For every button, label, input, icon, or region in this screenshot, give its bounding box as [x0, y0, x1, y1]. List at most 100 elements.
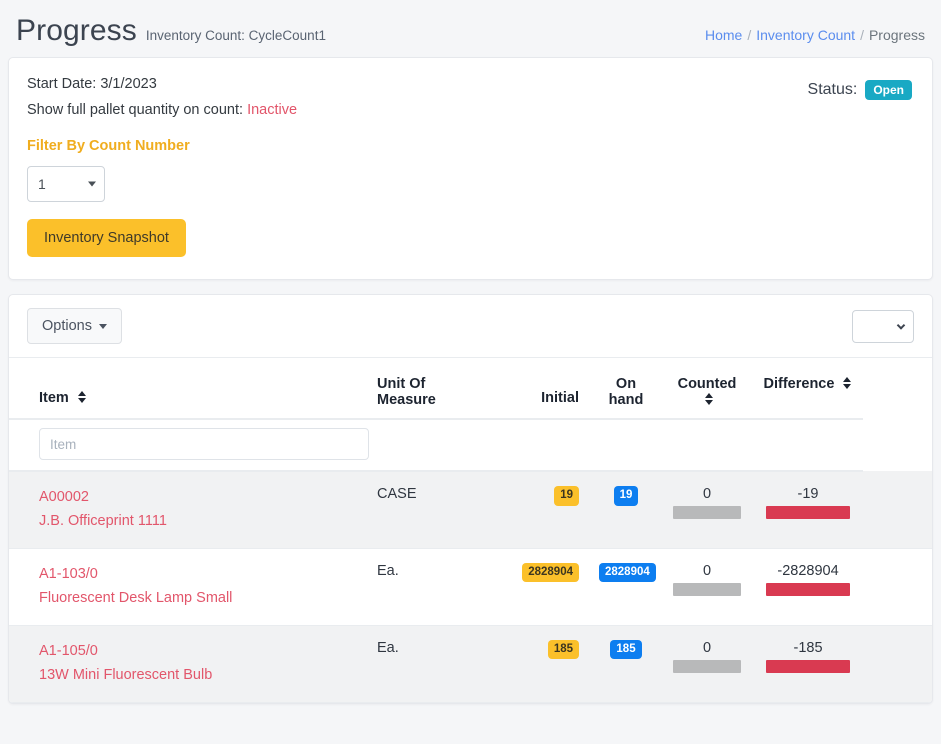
table-header-row: Item Unit Of Measure Initial On hand Cou… [9, 358, 932, 419]
caret-down-icon [99, 324, 107, 329]
breadcrumb-home-link[interactable]: Home [705, 27, 742, 43]
column-header-counted[interactable]: Counted [661, 358, 753, 419]
filter-cell-item [9, 419, 369, 471]
progress-table: Item Unit Of Measure Initial On hand Cou… [9, 358, 932, 703]
counted-progress-bar [673, 583, 741, 596]
filter-cell-difference [753, 419, 863, 471]
counted-progress-bar [673, 660, 741, 673]
progress-table-card: Options Item Unit Of Measure Initial [8, 294, 933, 704]
column-header-difference-label: Difference [764, 376, 835, 392]
breadcrumb-inventory-count-link[interactable]: Inventory Count [756, 27, 855, 43]
cell-item: A1-105/013W Mini Fluorescent Bulb [9, 625, 369, 702]
cell-counted: 0 [661, 625, 753, 702]
table-filter-body [9, 419, 932, 471]
cell-item: A1-103/0Fluorescent Desk Lamp Small [9, 548, 369, 625]
item-code-link[interactable]: A1-103/0 [39, 563, 361, 587]
column-header-item-label: Item [39, 390, 69, 406]
cell-on-hand: 19 [591, 471, 661, 548]
initial-badge: 2828904 [522, 563, 579, 583]
pallet-quantity-line: Show full pallet quantity on count: Inac… [27, 102, 914, 118]
item-code-link[interactable]: A1-105/0 [39, 640, 361, 664]
counted-progress-bar [673, 506, 741, 519]
cell-initial: 2828904 [493, 548, 591, 625]
table-filter-row [9, 419, 932, 471]
inventory-snapshot-button[interactable]: Inventory Snapshot [27, 219, 186, 257]
on-hand-badge: 2828904 [599, 563, 656, 583]
item-name-link[interactable]: 13W Mini Fluorescent Bulb [39, 664, 361, 688]
item-filter-input[interactable] [39, 428, 369, 460]
page-size-select[interactable] [852, 310, 914, 343]
snapshot-button-row: Inventory Snapshot [27, 202, 914, 257]
column-header-item[interactable]: Item [9, 358, 369, 419]
options-button[interactable]: Options [27, 308, 122, 344]
column-header-counted-label: Counted [678, 376, 737, 392]
cell-on-hand: 2828904 [591, 548, 661, 625]
column-header-initial: Initial [493, 358, 591, 419]
cell-on-hand: 185 [591, 625, 661, 702]
on-hand-badge: 19 [614, 486, 639, 506]
cell-initial: 19 [493, 471, 591, 548]
breadcrumb: Home / Inventory Count / Progress [705, 27, 925, 43]
difference-progress-bar [766, 506, 850, 519]
filter-by-count-number-label: Filter By Count Number [27, 138, 914, 154]
filter-cell-initial [493, 419, 591, 471]
unit-of-measure-value: Ea. [377, 562, 399, 579]
item-name-link[interactable]: J.B. Officeprint 1111 [39, 510, 361, 534]
page-title: Progress [16, 14, 137, 47]
difference-value: -19 [761, 486, 855, 502]
start-date-line: Start Date: 3/1/2023 [27, 76, 914, 92]
cell-spacer [863, 548, 932, 625]
column-header-unit-of-measure: Unit Of Measure [369, 358, 493, 419]
cell-unit-of-measure: CASE [369, 471, 493, 548]
breadcrumb-separator-2: / [860, 27, 864, 43]
cell-unit-of-measure: Ea. [369, 625, 493, 702]
difference-progress-bar [766, 583, 850, 596]
pallet-quantity-value: Inactive [247, 102, 297, 118]
table-head: Item Unit Of Measure Initial On hand Cou… [9, 358, 932, 419]
filter-cell-on-hand [591, 419, 661, 471]
initial-badge: 185 [548, 640, 579, 660]
table-row: A1-103/0Fluorescent Desk Lamp Small Ea. 28… [9, 548, 932, 625]
difference-value: -2828904 [761, 563, 855, 579]
cell-difference: -2828904 [753, 548, 863, 625]
cell-item: A00002J.B. Officeprint 1111 [9, 471, 369, 548]
item-code-link[interactable]: A00002 [39, 486, 361, 510]
options-button-label: Options [42, 318, 92, 334]
count-number-select-wrap: 1 [27, 166, 105, 202]
sort-icon[interactable] [78, 391, 87, 403]
table-body: A00002J.B. Officeprint 1111CASE19190-19A… [9, 471, 932, 702]
status-badge: Open [865, 80, 912, 100]
cell-counted: 0 [661, 471, 753, 548]
table-row: A1-105/013W Mini Fluorescent Bulb Ea. 185 1… [9, 625, 932, 702]
cell-spacer [863, 471, 932, 548]
difference-value: -185 [761, 640, 855, 656]
item-name-link[interactable]: Fluorescent Desk Lamp Small [39, 587, 361, 611]
cell-difference: -19 [753, 471, 863, 548]
unit-of-measure-value: CASE [377, 485, 417, 502]
column-header-difference[interactable]: Difference [753, 358, 863, 419]
breadcrumb-separator-1: / [747, 27, 751, 43]
cell-spacer [863, 625, 932, 702]
progress-page: Progress Inventory Count: CycleCount1 Ho… [0, 0, 941, 744]
filter-cell-spacer [863, 419, 932, 471]
status-label: Status: [808, 81, 858, 99]
counted-value: 0 [669, 486, 745, 502]
page-size-select-wrap [852, 310, 914, 343]
page-subtitle: Inventory Count: CycleCount1 [146, 28, 326, 43]
page-header: Progress Inventory Count: CycleCount1 Ho… [0, 0, 941, 57]
cell-initial: 185 [493, 625, 591, 702]
table-row: A00002J.B. Officeprint 1111 CASE 19 19 0 -19 [9, 471, 932, 548]
pallet-quantity-label: Show full pallet quantity on count: [27, 102, 243, 118]
difference-progress-bar [766, 660, 850, 673]
cell-difference: -185 [753, 625, 863, 702]
counted-value: 0 [669, 640, 745, 656]
counted-value: 0 [669, 563, 745, 579]
title-group: Progress Inventory Count: CycleCount1 [16, 14, 326, 47]
count-number-select[interactable]: 1 [27, 166, 105, 202]
breadcrumb-current: Progress [869, 27, 925, 43]
sort-icon[interactable] [843, 377, 852, 389]
cell-unit-of-measure: Ea. [369, 548, 493, 625]
sort-icon[interactable] [705, 393, 714, 405]
unit-of-measure-value: Ea. [377, 639, 399, 656]
summary-card: Status: Open Start Date: 3/1/2023 Show f… [8, 57, 933, 280]
